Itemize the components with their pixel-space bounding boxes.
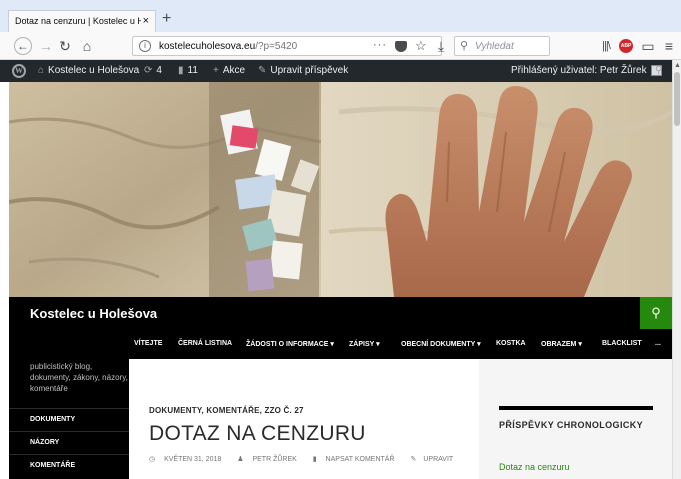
post-date-text: KVĚTEN 31, 2018 bbox=[164, 456, 222, 463]
post-title: DOTAZ NA CENZURU bbox=[149, 422, 366, 445]
admin-search-icon[interactable]: ⚲ bbox=[655, 65, 662, 77]
widget-post-link[interactable]: Dotaz na cenzuru bbox=[499, 462, 570, 472]
menu-item-cerna-listina[interactable]: ČERNÁ LISTINA bbox=[178, 340, 232, 347]
pencil-icon: ✎ bbox=[258, 65, 267, 76]
updates-count: 4 bbox=[156, 65, 162, 76]
library-icon[interactable]: |||\ bbox=[597, 38, 615, 54]
menu-item-kostka[interactable]: KOSTKA bbox=[496, 340, 526, 347]
tab-title: Dotaz na cenzuru | Kostelec u Holešova bbox=[15, 16, 141, 26]
page-scrollbar[interactable]: ▲ bbox=[672, 60, 681, 479]
user-icon: ♟ bbox=[237, 456, 246, 463]
wp-admin-bar: W ⌂ Kostelec u Holešova ⟳ 4 ▮ 11 + Akce ✎ Upr… bbox=[0, 60, 681, 82]
admin-new-link[interactable]: + Akce bbox=[213, 65, 245, 77]
sidebar-item-nazory[interactable]: NÁZORY bbox=[9, 431, 129, 454]
pencil-icon: ✎ bbox=[410, 456, 417, 463]
post-categories[interactable]: DOKUMENTY, KOMENTÁŘE, ZZO Č. 27 bbox=[149, 406, 304, 415]
tab-close-button[interactable]: × bbox=[143, 15, 149, 27]
site-title[interactable]: Kostelec u Holešova bbox=[30, 306, 157, 321]
comment-link[interactable]: ▮ NAPSAT KOMENTÁŘ bbox=[313, 456, 402, 463]
edit-link[interactable]: ✎ UPRAVIT bbox=[410, 456, 460, 463]
primary-menu: VÍTEJTE ČERNÁ LISTINA ŽÁDOSTI O INFORMAC… bbox=[9, 329, 672, 359]
header-photo bbox=[9, 82, 672, 297]
menu-item-zadosti[interactable]: ŽÁDOSTI O INFORMACE ▾ bbox=[246, 340, 334, 348]
menu-item-zapisy[interactable]: ZÁPISY ▾ bbox=[349, 340, 380, 348]
admin-updates-link[interactable]: ⟳ 4 bbox=[144, 65, 162, 77]
page-actions-button[interactable]: ··· bbox=[373, 39, 387, 51]
scroll-up-arrow-icon[interactable]: ▲ bbox=[674, 62, 681, 69]
widget-title: PŘÍSPĚVKY CHRONOLOGICKY bbox=[499, 420, 644, 430]
new-tab-button[interactable]: + bbox=[162, 11, 171, 27]
comment-icon: ▮ bbox=[178, 65, 184, 76]
header-image[interactable] bbox=[9, 82, 672, 297]
search-icon: ⚲ bbox=[460, 40, 469, 52]
url-bar[interactable]: i kostelecuholesova.eu/?p=5420 ··· ☆ bbox=[132, 36, 442, 56]
search-placeholder: Vyhledat bbox=[475, 41, 514, 52]
post-meta: ◷ KVĚTEN 31, 2018 ♟ PETR ŽŮREK ▮ NAPSAT … bbox=[149, 455, 467, 463]
adblock-icon[interactable]: ABP bbox=[619, 39, 633, 53]
admin-site-link[interactable]: ⌂ Kostelec u Holešova bbox=[38, 65, 139, 77]
content-area: DOKUMENTY, KOMENTÁŘE, ZZO Č. 27 DOTAZ NA… bbox=[129, 359, 672, 479]
reload-button[interactable]: ↻ bbox=[56, 38, 74, 54]
header-search-button[interactable]: ⚲ bbox=[640, 297, 672, 329]
menu-item-blacklist[interactable]: BLACKLIST bbox=[602, 340, 642, 347]
admin-site-name: Kostelec u Holešova bbox=[48, 65, 140, 76]
url-path: /?p=5420 bbox=[255, 41, 298, 52]
edit-link-text: UPRAVIT bbox=[423, 456, 454, 463]
tab-active[interactable]: Dotaz na cenzuru | Kostelec u Holešova × bbox=[8, 10, 156, 32]
navigation-toolbar: ← → ↻ ⌂ i kostelecuholesova.eu/?p=5420 ·… bbox=[0, 32, 681, 60]
browser-window: Dotaz na cenzuru | Kostelec u Holešova ×… bbox=[0, 0, 681, 479]
wordpress-logo-icon[interactable]: W bbox=[12, 64, 26, 78]
home-icon: ⌂ bbox=[38, 65, 45, 76]
admin-edit-label: Upravit příspěvek bbox=[270, 65, 349, 76]
sidebar-item-komentare[interactable]: KOMENTÁŘE bbox=[9, 454, 129, 477]
clock-icon: ◷ bbox=[149, 456, 158, 463]
admin-user-link[interactable]: Přihlášený uživatel: Petr Žůrek bbox=[511, 65, 662, 77]
url-text[interactable]: kostelecuholesova.eu/?p=5420 bbox=[159, 41, 297, 52]
pocket-icon[interactable] bbox=[395, 41, 407, 52]
comment-icon: ▮ bbox=[312, 456, 319, 463]
menu-item-obecni-dokumenty[interactable]: OBECNÍ DOKUMENTY ▾ bbox=[401, 340, 481, 348]
admin-comments-link[interactable]: ▮ 11 bbox=[178, 65, 198, 77]
menu-item-vitejte[interactable]: VÍTEJTE bbox=[134, 340, 162, 347]
menu-item-more[interactable]: ... bbox=[655, 340, 661, 347]
download-icon[interactable]: ⤓ bbox=[432, 38, 450, 54]
comments-count: 11 bbox=[187, 65, 198, 76]
post-author-text: PETR ŽŮREK bbox=[252, 456, 297, 463]
post-author[interactable]: ♟ PETR ŽŮREK bbox=[237, 456, 304, 463]
sidebar-toggle-icon[interactable]: ▭ bbox=[639, 38, 657, 54]
search-bar[interactable]: ⚲ Vyhledat bbox=[454, 36, 550, 56]
menu-item-obrazem[interactable]: OBRAZEM ▾ bbox=[541, 340, 582, 348]
admin-new-label: Akce bbox=[222, 65, 246, 76]
left-sidebar: publicistický blog, dokumenty, zákony, n… bbox=[9, 359, 129, 479]
admin-user-label: Přihlášený uživatel: Petr Žůrek bbox=[511, 65, 647, 77]
tab-strip: Dotaz na cenzuru | Kostelec u Holešova ×… bbox=[0, 0, 681, 32]
scrollbar-thumb[interactable] bbox=[674, 72, 680, 126]
widget-divider bbox=[499, 406, 653, 410]
plus-icon: + bbox=[213, 65, 219, 76]
url-host: kostelecuholesova.eu bbox=[159, 41, 256, 52]
sidebar-item-dokumenty[interactable]: DOKUMENTY bbox=[9, 408, 129, 431]
back-button[interactable]: ← bbox=[14, 37, 32, 55]
comment-link-text: NAPSAT KOMENTÁŘ bbox=[325, 456, 395, 463]
post-date[interactable]: ◷ KVĚTEN 31, 2018 bbox=[149, 456, 228, 463]
admin-edit-link[interactable]: ✎ Upravit příspěvek bbox=[258, 65, 348, 77]
home-button[interactable]: ⌂ bbox=[78, 38, 96, 54]
site-description: publicistický blog, dokumenty, zákony, n… bbox=[30, 362, 128, 393]
updates-icon: ⟳ bbox=[144, 65, 153, 76]
bookmark-star-icon[interactable]: ☆ bbox=[415, 38, 427, 54]
forward-button[interactable]: → bbox=[37, 38, 55, 54]
post-article: DOKUMENTY, KOMENTÁŘE, ZZO Č. 27 DOTAZ NA… bbox=[129, 359, 479, 479]
menu-icon[interactable]: ≡ bbox=[660, 38, 678, 54]
site-header: Kostelec u Holešova ⚲ bbox=[9, 297, 672, 329]
info-icon[interactable]: i bbox=[139, 40, 151, 52]
